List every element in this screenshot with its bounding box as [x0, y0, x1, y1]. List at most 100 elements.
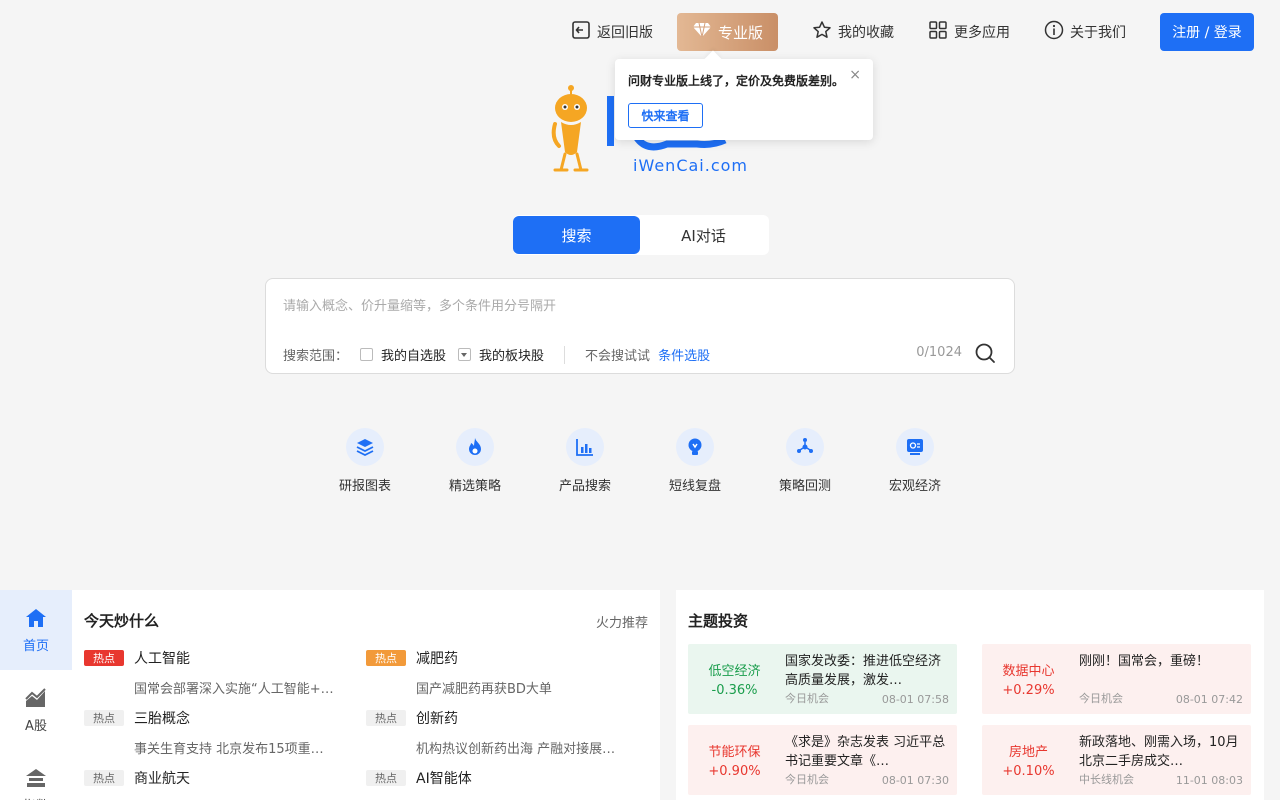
news-time: 11-01 08:03: [1175, 774, 1243, 787]
topic-desc: 机构热议创新药出海 产融对接展…: [416, 742, 616, 757]
top-nav: 返回旧版 专业版 我的收藏 更多应用 关于我们 注册 / 登录: [537, 13, 1254, 51]
topic-name: 人工智能: [134, 651, 190, 667]
more-apps-label: 更多应用: [954, 25, 1010, 41]
back-old-version-link[interactable]: 返回旧版: [571, 20, 653, 44]
sidebar-item-home[interactable]: 首页: [0, 590, 72, 670]
back-old-version-label: 返回旧版: [597, 25, 653, 41]
network-icon: [786, 428, 824, 466]
bulb-icon: [676, 428, 714, 466]
tool-label: 策略回测: [778, 479, 831, 494]
star-icon: [812, 20, 838, 44]
info-icon: [1044, 20, 1070, 44]
sidebar-item-a-shares[interactable]: A股: [0, 670, 72, 750]
hot-badge: 热点: [366, 770, 406, 786]
topic-name: 减肥药: [416, 651, 458, 667]
theme-name: 节能环保: [708, 745, 761, 760]
grid-icon: [928, 20, 954, 44]
about-label: 关于我们: [1070, 25, 1126, 41]
diamond-icon: [692, 21, 718, 43]
tool-product-search[interactable]: 产品搜索: [530, 428, 640, 494]
pro-version-button[interactable]: 专业版: [677, 13, 778, 51]
about-link[interactable]: 关于我们: [1044, 20, 1126, 44]
hot-badge: 热点: [366, 710, 406, 726]
sector-label: 我的板块股: [479, 349, 545, 364]
tool-label: 宏观经济: [888, 479, 941, 494]
sector-dropdown-checkbox[interactable]: [458, 348, 472, 361]
popover-view-button[interactable]: 快来查看: [628, 103, 703, 128]
pro-version-label: 专业版: [717, 23, 763, 42]
hot-badge: 热点: [366, 650, 406, 666]
close-icon[interactable]: ×: [849, 67, 861, 83]
watchlist-checkbox[interactable]: [360, 348, 374, 361]
hot-topics-panel: 今天炒什么 火力推荐 热点 人工智能 国常会部署深入实施“人工智能+… 热点 减肥药…: [72, 590, 660, 800]
search-icon[interactable]: [974, 342, 996, 368]
tool-label: 精选策略: [448, 479, 501, 494]
list-item[interactable]: 热点 商业航天: [84, 768, 354, 788]
list-item[interactable]: 热点 三胎概念 事关生育支持 北京发布15项重…: [84, 708, 354, 757]
layers-icon: [346, 428, 384, 466]
news-title: 新政落地、刚需入场，10月北京二手房成交…: [1079, 735, 1239, 769]
condition-select-link[interactable]: 条件选股: [658, 345, 710, 364]
list-item[interactable]: 热点 AI智能体: [366, 768, 636, 788]
mode-tabs: 搜索 AI对话: [513, 215, 769, 255]
hot-badge: 热点: [84, 650, 124, 666]
theme-change: -0.36%: [711, 683, 758, 698]
sidebar-item-label: 首页: [22, 638, 49, 654]
tool-label: 产品搜索: [558, 479, 611, 494]
news-source: 今日机会: [785, 692, 829, 705]
divider: [564, 345, 566, 364]
theme-investing-panel: 主题投资 低空经济 -0.36% 国家发改委：推进低空经济高质量发展，激发… 今日…: [676, 590, 1264, 800]
topic-name: 创新药: [416, 711, 458, 727]
list-item[interactable]: 热点 减肥药 国产减肥药再获BD大单: [366, 648, 636, 697]
topic-desc: 国常会部署深入实施“人工智能+…: [134, 682, 334, 697]
theme-card[interactable]: 低空经济 -0.36% 国家发改委：推进低空经济高质量发展，激发… 今日机会 08…: [688, 644, 957, 714]
sidebar-item-index[interactable]: 指数: [0, 750, 72, 800]
tool-research-charts[interactable]: 研报图表: [310, 428, 420, 494]
scope-label: 搜索范围：: [283, 349, 349, 364]
news-source: 今日机会: [785, 773, 829, 786]
tool-macro[interactable]: 宏观经济: [860, 428, 970, 494]
popover-text: 问财专业版上线了，定价及免费版差别。: [628, 74, 845, 88]
theme-name: 数据中心: [1002, 664, 1055, 679]
theme-card[interactable]: 节能环保 +0.90% 《求是》杂志发表 习近平总书记重要文章《… 今日机会 08…: [688, 725, 957, 795]
theme-change: +0.90%: [708, 764, 761, 779]
topic-desc: 国产减肥药再获BD大单: [416, 682, 552, 697]
search-box: 请输入概念、价升量缩等，多个条件用分号隔开 搜索范围： 我的自选股 我的板块股 …: [265, 278, 1015, 374]
search-input[interactable]: 请输入概念、价升量缩等，多个条件用分号隔开: [283, 295, 556, 314]
news-source: 中长线机会: [1079, 773, 1134, 786]
theme-card[interactable]: 数据中心 +0.29% 刚刚！国常会，重磅！ 今日机会 08-01 07:42: [982, 644, 1251, 714]
home-icon: [26, 608, 46, 627]
news-title: 《求是》杂志发表 习近平总书记重要文章《…: [785, 735, 946, 769]
tool-short-review[interactable]: 短线复盘: [640, 428, 750, 494]
topic-desc: 事关生育支持 北京发布15项重…: [134, 742, 324, 757]
tool-strategies[interactable]: 精选策略: [420, 428, 530, 494]
list-item[interactable]: 热点 人工智能 国常会部署深入实施“人工智能+…: [84, 648, 354, 697]
theme-card[interactable]: 房地产 +0.10% 新政落地、刚需入场，10月北京二手房成交… 中长线机会 11…: [982, 725, 1251, 795]
watchlist-label: 我的自选股: [381, 349, 447, 364]
news-time: 08-01 07:30: [881, 774, 949, 787]
tab-search[interactable]: 搜索: [513, 216, 640, 254]
tool-backtest[interactable]: 策略回测: [750, 428, 860, 494]
sidebar-item-label: A股: [25, 718, 47, 734]
list-item[interactable]: 热点 创新药 机构热议创新药出海 产融对接展…: [366, 708, 636, 757]
topic-name: AI智能体: [416, 771, 472, 787]
more-apps-link[interactable]: 更多应用: [928, 20, 1010, 44]
tab-ai-chat[interactable]: AI对话: [640, 216, 767, 254]
news-time: 08-01 07:42: [1175, 693, 1243, 706]
theme-change: +0.29%: [1002, 683, 1055, 698]
fire-recommend-link[interactable]: 火力推荐: [596, 612, 648, 631]
theme-name: 房地产: [1008, 745, 1048, 760]
tool-label: 研报图表: [338, 479, 391, 494]
news-title: 国家发改委：推进低空经济高质量发展，激发…: [785, 654, 942, 688]
favorites-link[interactable]: 我的收藏: [812, 20, 894, 44]
favorites-label: 我的收藏: [838, 25, 894, 41]
tool-label: 短线复盘: [668, 479, 721, 494]
panel-title: 主题投资: [688, 612, 749, 630]
topic-name: 三胎概念: [134, 711, 190, 727]
search-options: 搜索范围： 我的自选股 我的板块股 不会搜试试 条件选股: [283, 345, 710, 364]
quick-tools: 研报图表 精选策略 产品搜索 短线复盘 策略回测 宏观经济: [310, 428, 970, 494]
hint-text: 不会搜试试: [585, 349, 651, 364]
login-button[interactable]: 注册 / 登录: [1160, 13, 1254, 51]
topic-name: 商业航天: [134, 771, 190, 787]
sidebar-item-label: 指数: [23, 795, 49, 800]
